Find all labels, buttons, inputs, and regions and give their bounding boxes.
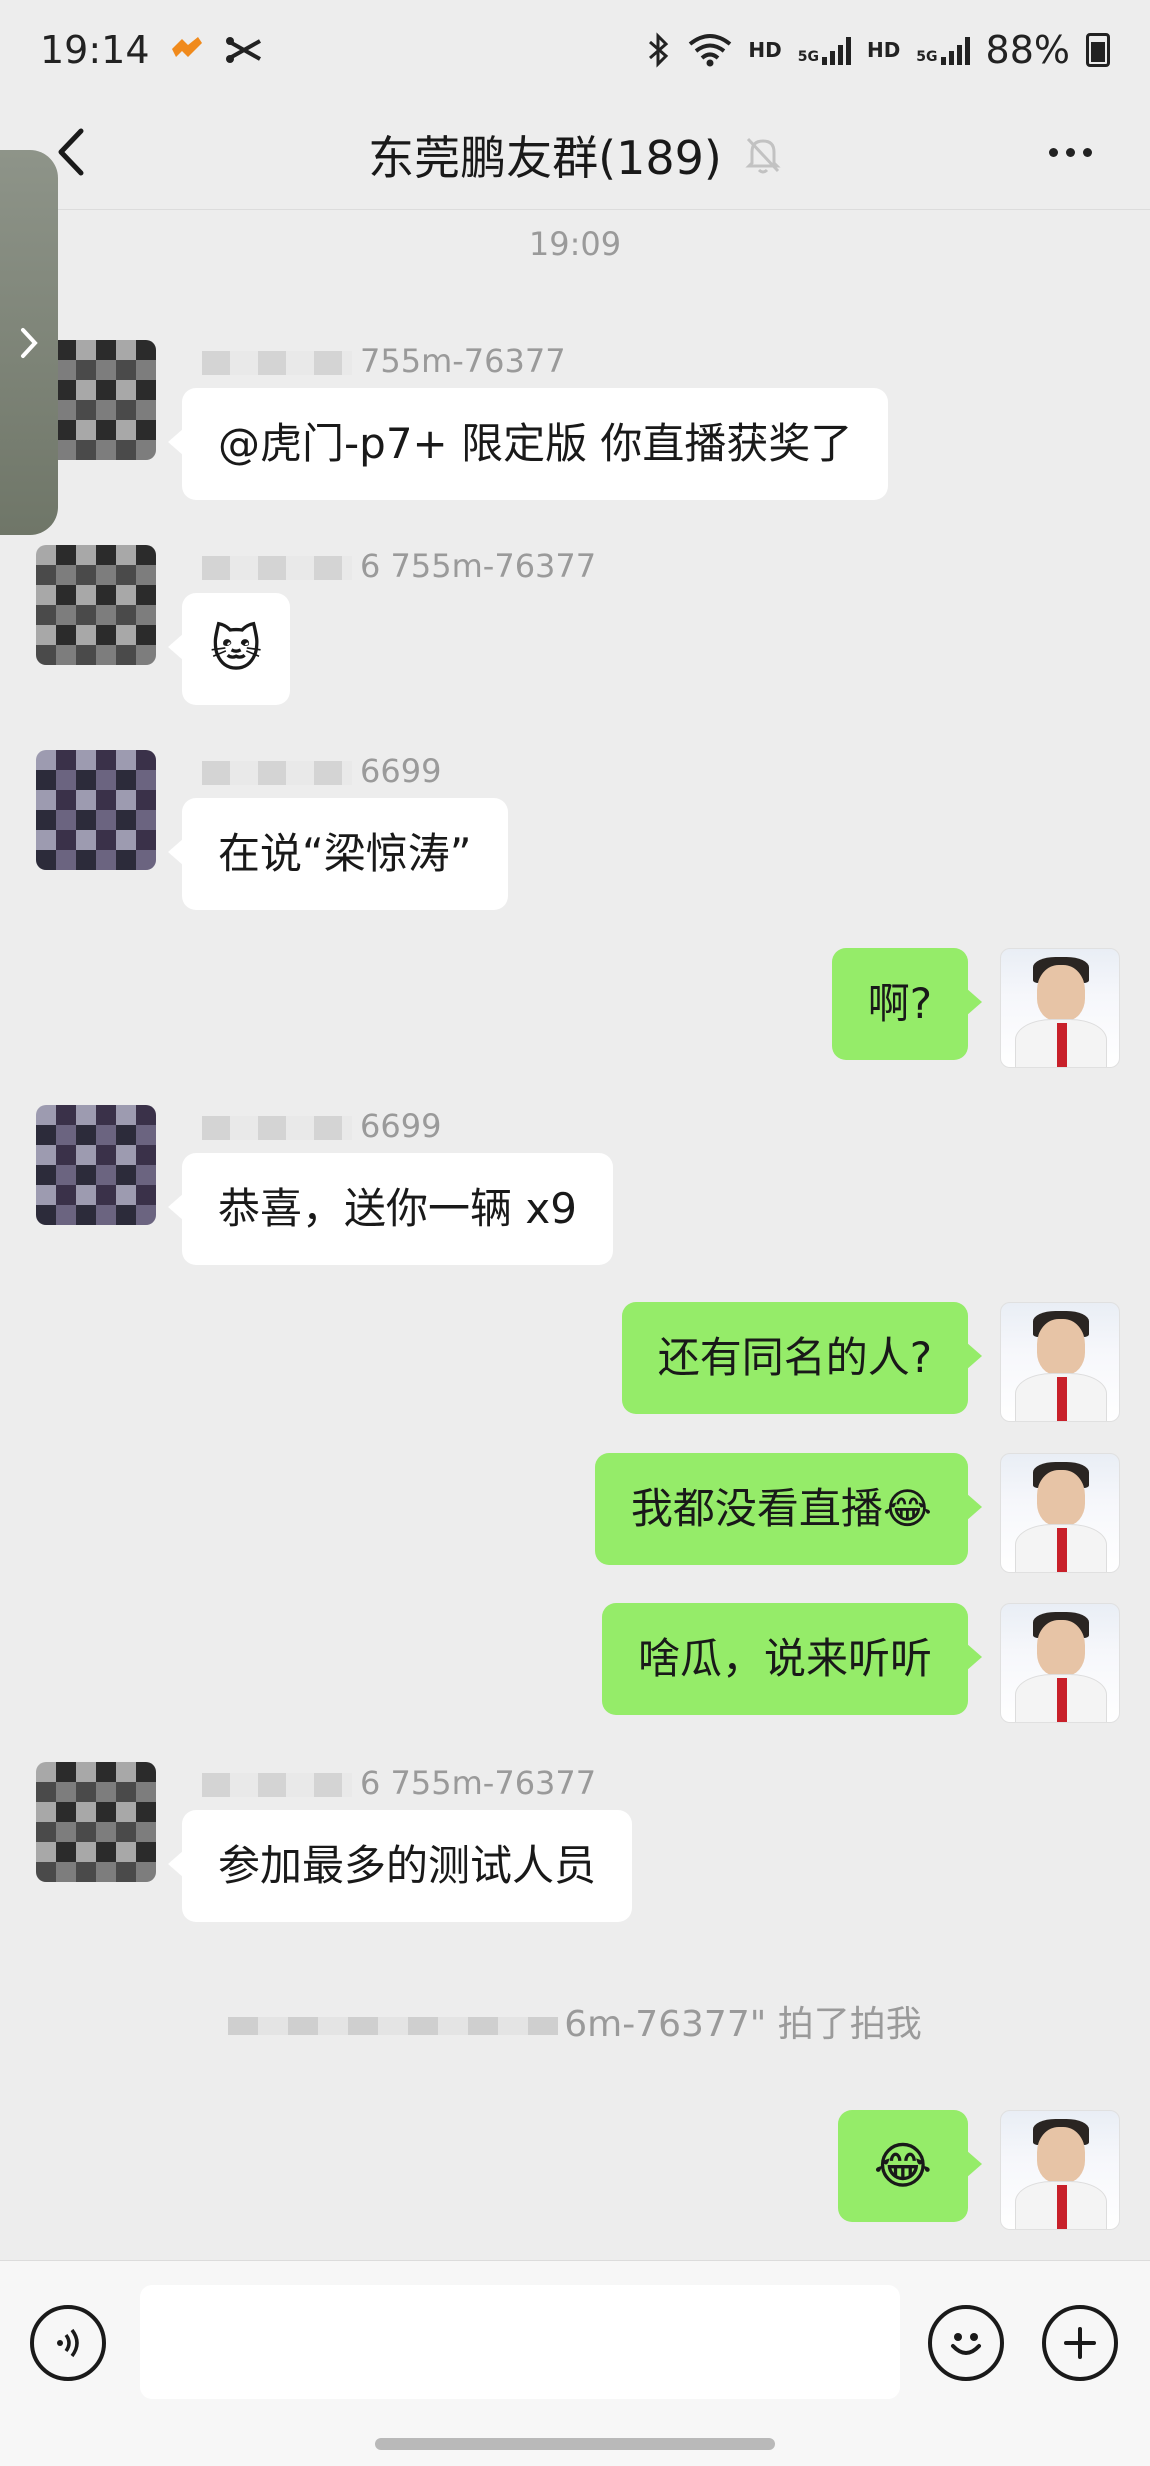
chat-header: 东莞鹏友群(189) <box>0 100 1150 210</box>
more-icon <box>1048 147 1058 157</box>
message-bubble[interactable]: 🐱 <box>167 593 291 705</box>
avatar[interactable] <box>36 750 156 870</box>
my-avatar[interactable] <box>1000 1603 1120 1723</box>
sender-name: 755m-76377 <box>202 342 566 380</box>
group-name: 东莞鹏友群(189) <box>368 130 722 185</box>
side-handle[interactable] <box>0 150 58 535</box>
more-functions-button[interactable] <box>1042 2305 1118 2381</box>
battery-level: 88% <box>985 28 1070 72</box>
my-avatar[interactable] <box>1000 2110 1120 2230</box>
sender-name: 6699 <box>202 752 441 790</box>
more-button[interactable] <box>1030 122 1110 182</box>
message-bubble[interactable]: @虎门-p7+ 限定版 你直播获奖了 <box>167 388 889 500</box>
message-bubble[interactable]: 我都没看直播😂 <box>594 1453 983 1565</box>
voice-icon <box>57 2328 79 2358</box>
message-bubble[interactable]: 啊? <box>831 948 983 1060</box>
home-indicator[interactable] <box>375 2438 775 2450</box>
input-bar <box>0 2260 1150 2466</box>
message-bubble[interactable]: 啥瓜，说来听听 <box>601 1603 983 1715</box>
network-type-2: HD <box>866 38 901 62</box>
my-avatar[interactable] <box>1000 1453 1120 1573</box>
bluetooth-icon <box>649 32 669 68</box>
scissors-icon <box>225 37 261 63</box>
message-bubble[interactable]: 在说“梁惊涛” <box>168 798 508 910</box>
wifi-icon <box>689 34 732 67</box>
message-bubble[interactable]: 😂 <box>837 2110 983 2222</box>
emoji-button[interactable] <box>928 2305 1004 2381</box>
sender-name: 6 755m-76377 <box>202 1764 596 1802</box>
chevron-left-icon <box>58 128 84 176</box>
sender-name: 6699 <box>202 1107 441 1145</box>
avatar[interactable] <box>36 1105 156 1225</box>
bell-off-icon <box>745 137 781 173</box>
status-time: 19:14 <box>40 28 150 72</box>
message-bubble[interactable]: 参加最多的测试人员 <box>167 1810 633 1922</box>
battery-icon <box>1086 33 1110 67</box>
signal-icon: 5G <box>916 35 970 65</box>
avatar[interactable] <box>36 545 156 665</box>
message-bubble[interactable]: 还有同名的人? <box>621 1302 983 1414</box>
my-avatar[interactable] <box>1000 948 1120 1068</box>
signal-icon: 5G <box>798 35 851 65</box>
sender-name: 6 755m-76377 <box>202 547 596 585</box>
my-avatar[interactable] <box>1000 1302 1120 1422</box>
chat-title: 东莞鹏友群(189) <box>368 122 782 188</box>
smiley-icon <box>951 2333 981 2355</box>
chevron-right-icon <box>21 327 38 358</box>
plus-icon <box>1064 2327 1096 2359</box>
pat-notification: 6m-76377" 拍了拍我 <box>0 1995 1150 2047</box>
status-bar: 19:14 HD 5G HD 5G 88% <box>0 0 1150 100</box>
message-input[interactable] <box>140 2285 900 2399</box>
timestamp: 19:09 <box>528 225 622 263</box>
avatar[interactable] <box>36 1762 156 1882</box>
app-notification-icon <box>171 37 202 57</box>
voice-button[interactable] <box>30 2305 106 2381</box>
message-bubble[interactable]: 恭喜，送你一辆 x9 <box>168 1153 613 1265</box>
network-type-1: HD <box>748 38 782 62</box>
